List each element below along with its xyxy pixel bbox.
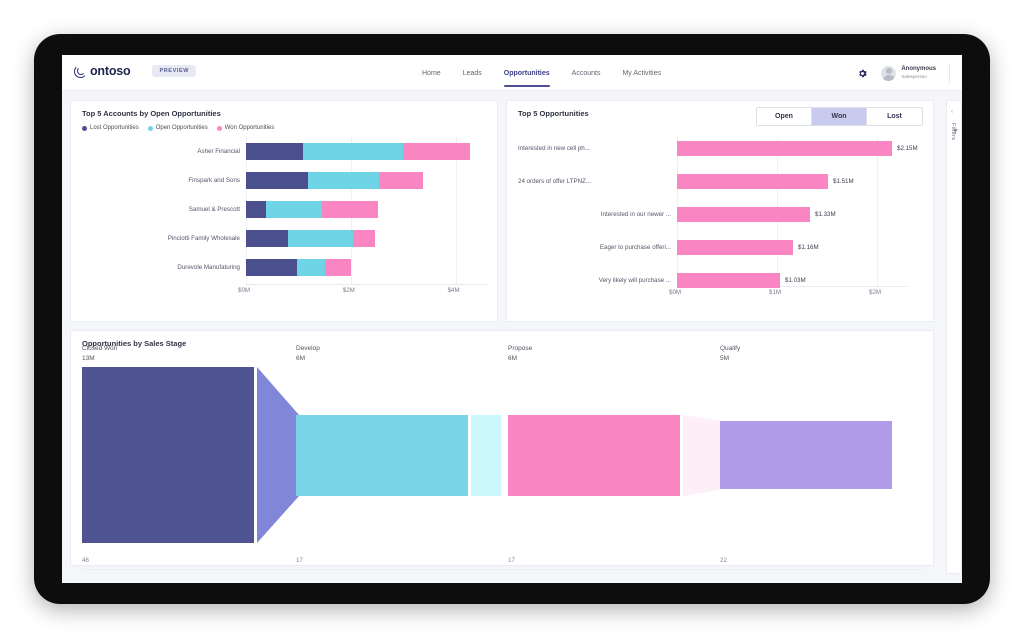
stage-value-0: 13M: [82, 355, 95, 362]
bar-segment-won-4[interactable]: [325, 259, 352, 276]
opportunity-label-4: Very likely will purchase ...: [598, 277, 671, 284]
brand-name: ontoso: [90, 64, 131, 78]
stage-name-0: Closed Won: [82, 345, 118, 352]
nav-item-home[interactable]: Home: [422, 55, 441, 91]
funnel-block-1[interactable]: [296, 415, 468, 496]
opportunity-bar-0[interactable]: [677, 141, 892, 156]
x-tick-label-1: $1M: [769, 289, 782, 296]
main-navigation: Home Leads Opportunities Accounts My Act…: [422, 55, 661, 91]
x-axis-line: [246, 284, 487, 285]
stage-count-1: 17: [296, 557, 303, 564]
bar-segment-won-1[interactable]: [378, 172, 423, 189]
opportunity-label-1: 24 orders of offer LTPNZ...: [518, 178, 592, 185]
bar-segment-open-4[interactable]: [296, 259, 326, 276]
opportunity-label-3: Eager to purchase offeri...: [599, 244, 671, 251]
chart-top-5-accounts[interactable]: $0M $2M $4M Asher Financial Finspark and Son…: [71, 101, 499, 323]
nav-item-opportunities[interactable]: Opportunities: [503, 55, 550, 91]
bar-segment-open-1[interactable]: [307, 172, 379, 189]
bar-segment-lost-4[interactable]: [246, 259, 297, 276]
funnel-connector-1: [471, 415, 501, 496]
bar-segment-open-2[interactable]: [265, 201, 323, 218]
chart-top-5-opportunities[interactable]: $0M $1M $2M Interested in new cell ph... $2.…: [507, 101, 935, 323]
category-label-3: Pinciotti Family Wholesale: [167, 235, 240, 242]
bar-segment-won-3[interactable]: [353, 230, 376, 247]
tablet-device-frame: ontoso PREVIEW Home Leads Opportunities …: [34, 34, 990, 604]
filters-pane-collapsed[interactable]: ‹ Filters: [946, 100, 962, 574]
x-tick-label-2: $4M: [447, 287, 460, 294]
bar-segment-lost-1[interactable]: [246, 172, 308, 189]
stage-name-2: Propose: [508, 345, 533, 352]
opportunity-label-0: Interested in new cell ph...: [518, 145, 590, 152]
stage-name-3: Qualify: [720, 345, 741, 352]
x-tick-label-1: $2M: [342, 287, 355, 294]
user-role: Salesperson: [901, 73, 927, 79]
card-top-5-opportunities: Top 5 Opportunities Open Won Lost $0M $1M…: [506, 100, 934, 322]
funnel-block-2[interactable]: [508, 415, 680, 496]
bar-segment-won-2[interactable]: [322, 201, 379, 218]
category-label-2: Samuel & Prescott: [188, 206, 240, 213]
stage-count-0: 46: [82, 557, 89, 564]
category-label-0: Asher Financial: [197, 148, 240, 155]
card-top-5-accounts: Top 5 Accounts by Open Opportunities Los…: [70, 100, 498, 322]
user-profile-button[interactable]: Anonymous Salesperson: [881, 65, 936, 81]
category-label-4: Durevole Manufaturing: [177, 264, 240, 271]
stage-count-3: 22: [720, 557, 727, 564]
opportunity-label-2: Interested in our newer ...: [600, 211, 671, 218]
opportunity-bar-4[interactable]: [677, 273, 780, 288]
x-tick-label-2: $2M: [869, 289, 882, 296]
bar-segment-open-0[interactable]: [302, 143, 404, 160]
bar-segment-lost-0[interactable]: [246, 143, 303, 160]
opportunity-value-3: $1.16M: [798, 244, 819, 251]
contoso-logo-icon: [74, 64, 87, 78]
opportunity-value-2: $1.33M: [815, 211, 836, 218]
header-divider: [949, 63, 950, 83]
report-canvas: Top 5 Accounts by Open Opportunities Los…: [62, 91, 962, 583]
tablet-screen: ontoso PREVIEW Home Leads Opportunities …: [62, 55, 962, 583]
funnel-block-0[interactable]: [82, 367, 254, 543]
bar-segment-lost-2[interactable]: [246, 201, 266, 218]
bar-segment-open-3[interactable]: [287, 230, 354, 247]
stage-count-2: 17: [508, 557, 515, 564]
stage-value-2: 6M: [508, 355, 518, 362]
opportunity-value-4: $1.03M: [785, 277, 806, 284]
funnel-connector-2: [683, 415, 723, 496]
nav-item-my-activities[interactable]: My Activities: [622, 55, 661, 91]
nav-item-accounts[interactable]: Accounts: [572, 55, 601, 91]
filters-label: Filters: [950, 123, 956, 141]
preview-badge: PREVIEW: [152, 65, 197, 77]
avatar: [881, 65, 897, 81]
gridline-x-2: [877, 137, 878, 286]
app-header: ontoso PREVIEW Home Leads Opportunities …: [62, 55, 962, 91]
nav-item-leads[interactable]: Leads: [463, 55, 482, 91]
bar-segment-won-0[interactable]: [403, 143, 471, 160]
opportunity-value-0: $2.15M: [897, 145, 918, 152]
card-opportunities-by-sales-stage: Opportunities by Sales Stage Closed Won 1…: [70, 330, 935, 570]
funnel-connector-0: [257, 367, 299, 543]
funnel-block-3[interactable]: [720, 421, 892, 489]
opportunity-value-1: $1.51M: [833, 178, 854, 185]
stage-value-1: 6M: [296, 355, 306, 362]
bar-segment-lost-3[interactable]: [246, 230, 288, 247]
user-name: Anonymous: [901, 66, 936, 73]
opportunity-bar-1[interactable]: [677, 174, 828, 189]
chart-sales-stage-funnel[interactable]: Closed Won 13M 46 Develop 6M 17 Propose 6M 17 Qua…: [71, 331, 935, 570]
brand-logo[interactable]: ontoso PREVIEW: [74, 64, 197, 78]
opportunity-bar-3[interactable]: [677, 240, 793, 255]
funnel-baseline: [82, 569, 924, 570]
chevron-left-icon[interactable]: ‹: [951, 109, 953, 115]
opportunity-bar-2[interactable]: [677, 207, 810, 222]
stage-name-1: Develop: [296, 345, 320, 352]
x-tick-label-0: $0M: [669, 289, 682, 296]
category-label-1: Finspark and Sons: [188, 177, 240, 184]
stage-value-3: 5M: [720, 355, 730, 362]
x-tick-label-0: $0M: [238, 287, 251, 294]
header-actions: Anonymous Salesperson: [857, 55, 950, 91]
gear-icon[interactable]: [857, 68, 868, 79]
